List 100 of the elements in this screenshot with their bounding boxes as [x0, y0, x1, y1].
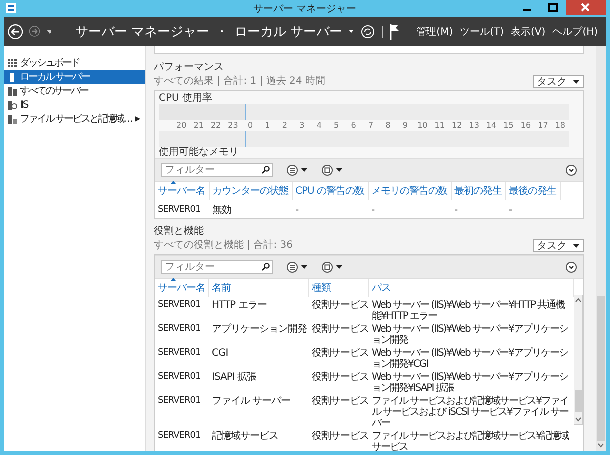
search-icon[interactable]: [262, 166, 270, 174]
scrollbar[interactable]: [596, 46, 606, 451]
column-header[interactable]: 名前: [209, 279, 309, 297]
save-query-button[interactable]: [322, 164, 343, 176]
app-icon: [6, 3, 16, 13]
table-cell-text: ファイル サービスおよび記憶域サービス¥ファイル サービスおよび iSCSI サービス¥ファイル サーバー: [371, 395, 570, 430]
servers-icon: [8, 86, 17, 96]
table-cell-text: -: [294, 204, 300, 217]
section-subtitle: すべての結果 | 合計: 1 | 過去 24 時間: [154, 74, 326, 88]
table-cell-text: 記憶域サービス: [211, 430, 280, 444]
table-cell-text: アプリケーション開発: [211, 323, 308, 337]
axis-label: 23: [227, 121, 240, 130]
server-globe-icon: [8, 100, 17, 110]
column-header[interactable]: 種類: [309, 279, 369, 297]
close-button[interactable]: [566, 0, 606, 15]
tasks-button[interactable]: タスク: [533, 75, 584, 88]
menu-item[interactable]: ヘルプ(H): [552, 24, 598, 38]
back-button[interactable]: [8, 22, 24, 42]
save-query-button[interactable]: [322, 262, 343, 272]
sidebar-label: IIS: [20, 100, 28, 110]
column-header[interactable]: メモリの警告の数: [368, 182, 452, 200]
axis-label: 6: [350, 121, 358, 130]
axis-label: 13: [468, 121, 480, 130]
list-view-button[interactable]: [287, 262, 308, 272]
caret-icon: [573, 80, 580, 84]
window-title: サーバー マネージャー: [253, 2, 357, 16]
filter-field[interactable]: フィルター: [161, 163, 273, 177]
menu-item[interactable]: 管理(M): [416, 24, 454, 38]
grid-icon: [8, 59, 17, 67]
column-header[interactable]: サーバー名: [155, 182, 210, 200]
section-title: 役割と機能: [154, 224, 205, 238]
axis-label: 10: [416, 121, 429, 130]
table-cell-text: SERVER01: [157, 204, 202, 217]
axis-label: 16: [520, 121, 532, 130]
caret-icon: [301, 168, 308, 172]
axis-label: 21: [192, 121, 205, 130]
scrollbar[interactable]: [574, 295, 583, 425]
menu-item[interactable]: ツール(T): [460, 24, 504, 38]
collapse-button[interactable]: [566, 164, 577, 176]
sort-arrow-icon: [171, 278, 176, 281]
collapse-button[interactable]: [566, 262, 577, 272]
table-cell-text: -: [508, 204, 514, 217]
sidebar-item[interactable]: すべてのサーバー: [4, 84, 145, 98]
search-icon[interactable]: [262, 263, 270, 271]
chart-label: CPU 使用率: [159, 93, 214, 104]
refresh-button[interactable]: [360, 24, 375, 38]
axis-label: 14: [485, 121, 498, 130]
table-cell-text: HTTP エラー: [211, 299, 268, 313]
axis-label: 8: [384, 121, 392, 130]
table-cell-text: Web サーバー (IIS)¥Web サーバー¥アプリケーション開発: [371, 323, 570, 347]
filter-field[interactable]: フィルター: [161, 260, 273, 274]
sidebar-label: ダッシュボード: [20, 57, 80, 70]
sidebar-item[interactable]: ダッシュボード: [4, 56, 145, 70]
table-cell-text: SERVER01: [157, 299, 202, 312]
caret-icon: [301, 265, 308, 269]
chart-label: 使用可能なメモリ: [159, 147, 240, 158]
column-header[interactable]: CPU の警告の数: [292, 182, 369, 200]
section-subtitle: すべての役割と機能 | 合計: 36: [154, 238, 293, 252]
table-cell-text: SERVER01: [157, 430, 202, 443]
section-title: パフォーマンス: [154, 61, 225, 74]
column-header[interactable]: サーバー名: [155, 279, 209, 297]
table-cell-text: CGI: [211, 347, 230, 361]
axis-label: 22: [210, 121, 222, 130]
axis-label: 7: [367, 121, 375, 130]
table-cell-text: SERVER01: [157, 347, 202, 360]
caret-icon[interactable]: [348, 30, 354, 33]
table-cell-text: 役割サービス: [311, 430, 369, 444]
table-cell-text: Web サーバー (IIS)¥Web サーバー¥アプリケーション開発¥ISAPI 拡張: [371, 371, 570, 395]
sidebar-label: すべてのサーバー: [20, 85, 88, 98]
column-header[interactable]: 最初の発生: [452, 182, 506, 200]
breadcrumb: ローカル サーバー: [234, 24, 343, 40]
column-header[interactable]: 最後の発生: [506, 182, 561, 200]
flag-icon[interactable]: [390, 24, 400, 40]
tasks-button[interactable]: タスク: [533, 239, 584, 252]
list-icon: [287, 164, 298, 176]
forward-button[interactable]: [29, 24, 41, 39]
list-view-button[interactable]: [287, 164, 308, 176]
axis-label: 3: [298, 121, 306, 130]
list-icon: [287, 262, 298, 272]
server-icon: [8, 72, 17, 82]
axis-label: 9: [402, 121, 409, 130]
axis-label: 5: [333, 121, 340, 130]
axis-label: 20: [176, 121, 188, 130]
sidebar-item[interactable]: IIS: [4, 98, 145, 112]
caret-icon: [573, 244, 580, 248]
breadcrumb-separator: ・: [216, 24, 229, 40]
axis-label: 12: [451, 121, 464, 130]
caret-icon[interactable]: [46, 30, 52, 34]
table-cell-text: 役割サービス: [311, 395, 369, 409]
axis-label: 15: [502, 121, 515, 130]
axis-label: 2: [281, 121, 288, 130]
axis-label: 11: [434, 121, 446, 130]
sidebar-item[interactable]: ローカル サーバー: [4, 70, 145, 84]
table-cell-text: SERVER01: [157, 323, 202, 336]
menu-item[interactable]: 表示(V): [511, 24, 546, 38]
table-cell-text: SERVER01: [157, 395, 202, 408]
column-header[interactable]: カウンターの状態: [210, 182, 292, 200]
axis-label: 4: [316, 121, 323, 130]
caret-icon: [336, 168, 343, 172]
sidebar-label: ファイル サービスと記憶域…: [20, 112, 132, 126]
